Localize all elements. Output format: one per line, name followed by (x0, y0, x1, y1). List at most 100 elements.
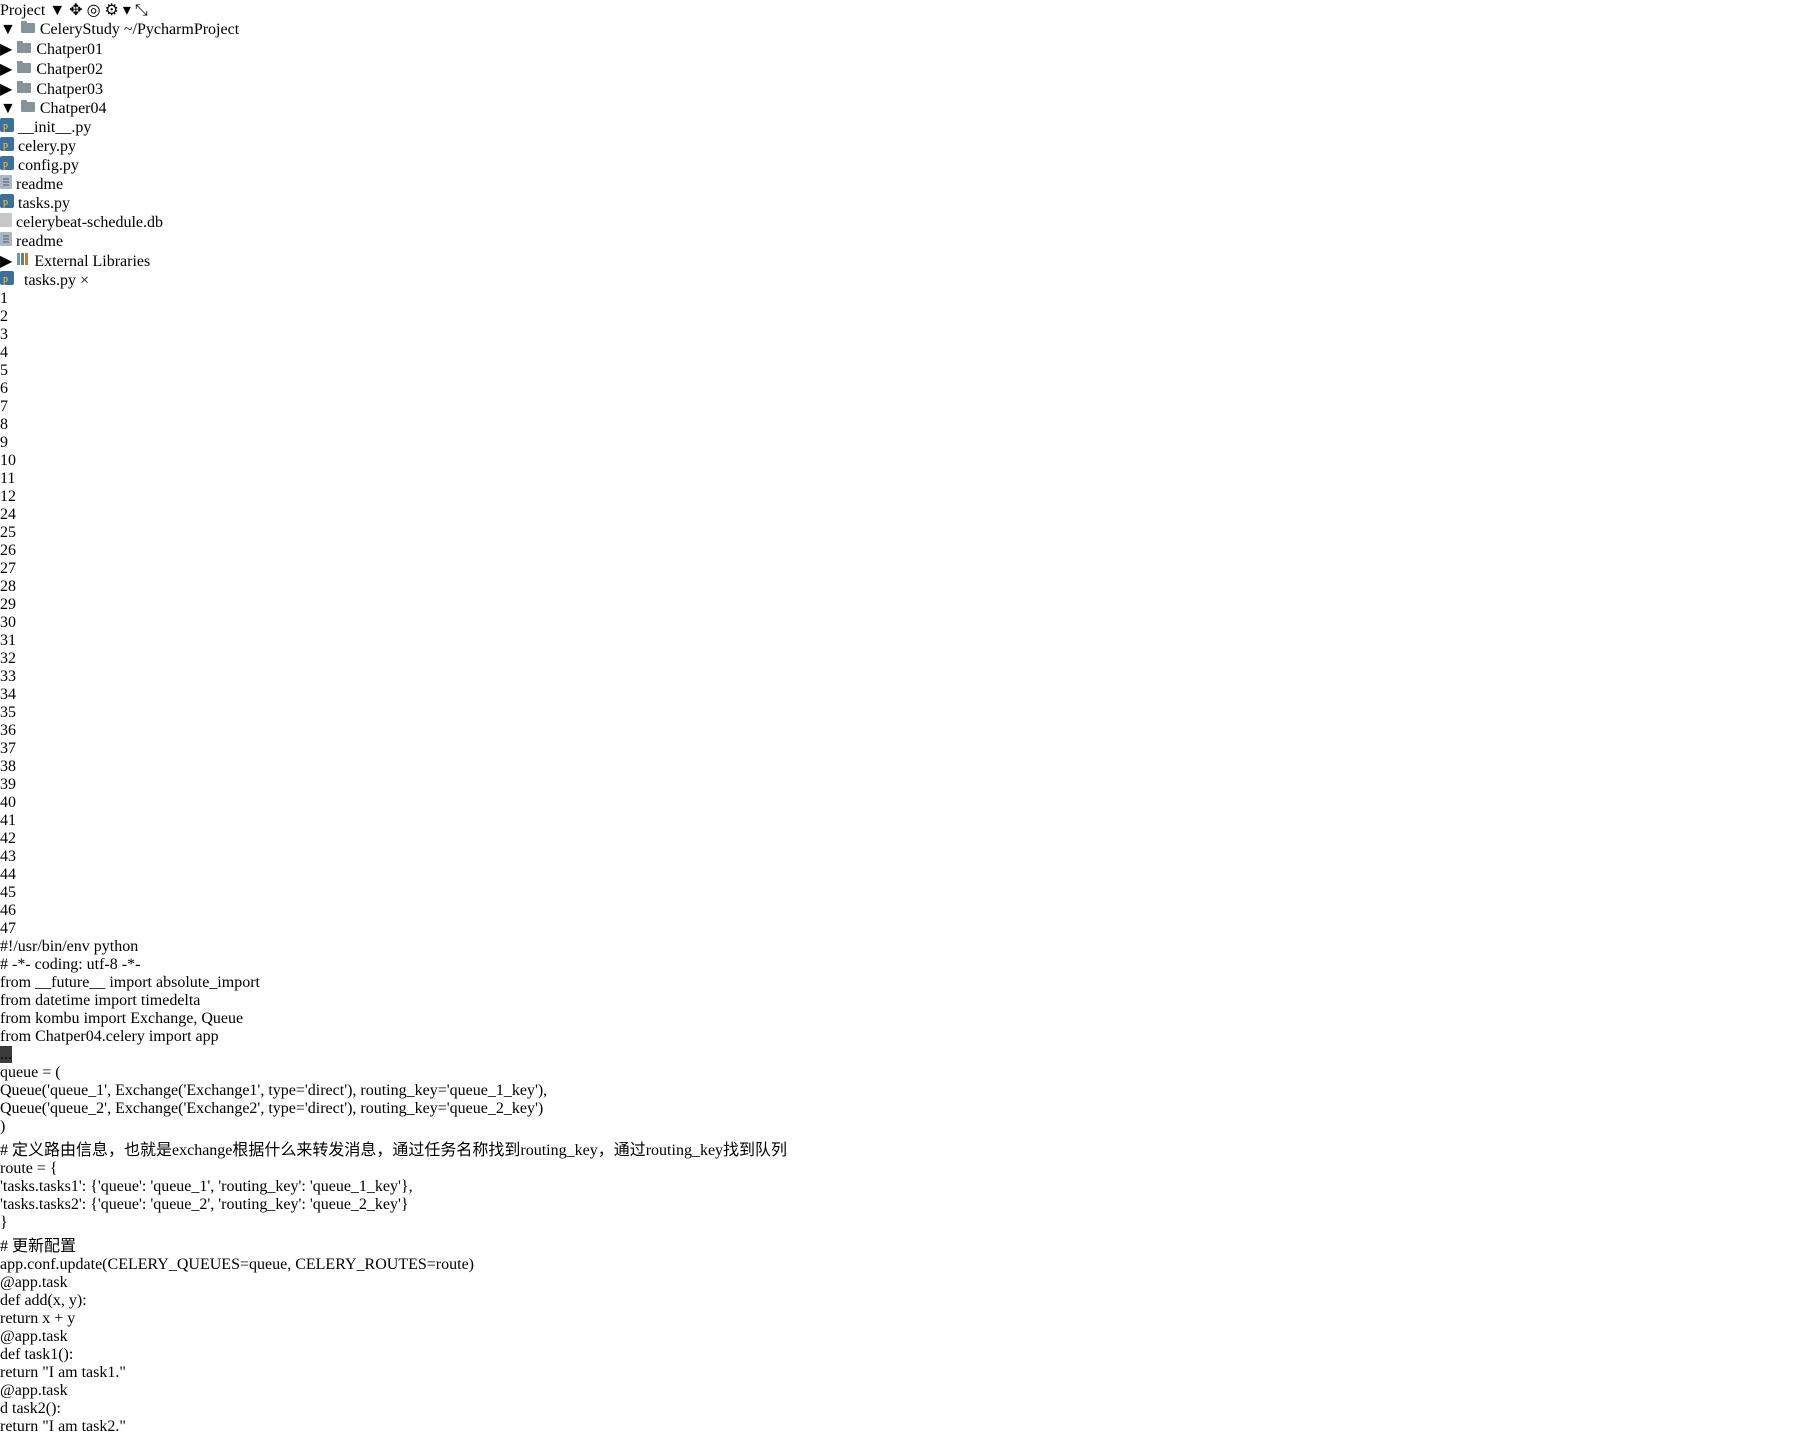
code-editor[interactable]: 1234567891011122425262728293031323334353… (0, 290, 1800, 1436)
code-text: , Exchange( (107, 1082, 183, 1099)
code-text: CELERY_QUEUES (108, 1256, 240, 1273)
code-text: from (0, 1028, 35, 1045)
chevron-down-icon[interactable]: ▼ (0, 21, 16, 38)
tree-root[interactable]: ▼ CeleryStudy ~/PycharmProject (0, 20, 1800, 39)
tree-label: Chatper01 (36, 41, 103, 58)
code-text: , Exchange( (107, 1100, 183, 1117)
code-text: ) (0, 1118, 5, 1135)
code-text: type (268, 1082, 296, 1099)
code-text: 'Exchange2' (183, 1100, 260, 1117)
project-dropdown-label[interactable]: Project (0, 2, 45, 19)
code-text: from (0, 1010, 35, 1027)
code-text: Queue( (0, 1082, 47, 1099)
code-text: : (142, 1178, 150, 1195)
python-file-icon: p (0, 157, 14, 174)
code-text: 'queue_1' (150, 1178, 210, 1195)
fold-placeholder[interactable]: ... (0, 1046, 12, 1063)
code-text: (x, y): (48, 1292, 87, 1309)
python-file-icon: p (0, 138, 14, 155)
code-text: import (149, 1028, 196, 1045)
code-text: task2 (12, 1400, 46, 1417)
tree-root-path: ~/PycharmProject (124, 21, 239, 38)
tree-file-readme[interactable]: readme (0, 175, 1800, 194)
tree-label: Chatper04 (40, 100, 107, 117)
tree-file-celery[interactable]: p celery.py (0, 137, 1800, 156)
tree-folder-chatper03[interactable]: ▶ Chatper03 (0, 79, 1800, 99)
code-text: }, (401, 1178, 413, 1195)
code-text: 'queue_2' (150, 1196, 210, 1213)
tree-label: Chatper02 (36, 61, 103, 78)
code-text: Queue( (0, 1100, 47, 1117)
tree-file-db[interactable]: celerybeat-schedule.db (0, 213, 1800, 232)
code-text: 'queue_2_key' (310, 1196, 401, 1213)
svg-text:p: p (3, 197, 8, 208)
text-file-icon (0, 176, 12, 193)
chevron-right-icon[interactable]: ▶ (0, 41, 12, 58)
code-text: @app.task (0, 1328, 68, 1345)
tree-file-init[interactable]: p __init__.py (0, 118, 1800, 137)
code-text: import (94, 992, 141, 1009)
tree-folder-chatper02[interactable]: ▶ Chatper02 (0, 59, 1800, 79)
code-text: absolute_import (156, 974, 260, 991)
code-text: route = { (0, 1160, 58, 1177)
tree-folder-chatper01[interactable]: ▶ Chatper01 (0, 39, 1800, 59)
code-text: datetime (35, 992, 94, 1009)
code-text: ), (347, 1082, 360, 1099)
code-text: CELERY_ROUTES (295, 1256, 427, 1273)
gear-icon[interactable]: ⚙ (105, 2, 119, 19)
tree-label: readme (16, 176, 63, 193)
code-text: from (0, 992, 35, 1009)
code-content[interactable]: #!/usr/bin/env python # -*- coding: utf-… (0, 938, 1800, 1436)
project-dropdown-arrow[interactable]: ▼ (49, 2, 65, 19)
project-tree[interactable]: ▼ CeleryStudy ~/PycharmProject ▶ Chatper… (0, 20, 1800, 271)
code-text: kombu (35, 1010, 83, 1027)
close-icon[interactable]: × (80, 272, 89, 289)
line-number-gutter: 1234567891011122425262728293031323334353… (0, 290, 1800, 938)
code-text: 'queue_1_key' (447, 1082, 538, 1099)
folder-icon (16, 81, 32, 98)
tree-root-name: CeleryStudy (40, 21, 120, 38)
editor-tabbar: p tasks.py × (0, 271, 1800, 290)
code-text: # -*- coding: utf-8 -*- (0, 956, 140, 973)
code-text: return (0, 1364, 42, 1381)
code-text: = (438, 1082, 447, 1099)
editor-tab-tasks[interactable]: p tasks.py × (0, 271, 1800, 290)
code-text: Exchange (130, 1010, 193, 1027)
code-text: import (109, 974, 156, 991)
code-text: , (210, 1178, 218, 1195)
chevron-right-icon[interactable]: ▶ (0, 253, 12, 270)
code-text: 'tasks.tasks1' (0, 1178, 82, 1195)
code-text: def (0, 1346, 24, 1363)
code-text: ) (538, 1100, 543, 1117)
tree-label: celery.py (18, 138, 76, 155)
code-text: timedelta (141, 992, 201, 1009)
code-text: : { (82, 1196, 98, 1213)
file-icon (0, 214, 12, 231)
code-text: : (301, 1178, 309, 1195)
tree-label: readme (16, 233, 63, 250)
tree-file-readme-root[interactable]: readme (0, 232, 1800, 251)
code-text: : { (82, 1178, 98, 1195)
target-icon[interactable]: ◎ (87, 2, 101, 19)
python-file-icon: p (0, 119, 14, 136)
code-text: 'queue_1' (47, 1082, 107, 1099)
tree-folder-chatper04[interactable]: ▼ Chatper04 (0, 99, 1800, 118)
tree-file-tasks[interactable]: p tasks.py (0, 194, 1800, 213)
code-text: : (301, 1196, 309, 1213)
crosshair-icon[interactable]: ✥ (69, 2, 82, 19)
chevron-right-icon[interactable]: ▶ (0, 61, 12, 78)
chevron-right-icon[interactable]: ▶ (0, 81, 12, 98)
gear-dropdown-arrow[interactable]: ▾ (123, 2, 131, 19)
code-text: @app.task (0, 1274, 68, 1291)
tree-file-config[interactable]: p config.py (0, 156, 1800, 175)
tree-external-libraries[interactable]: ▶ External Libraries (0, 251, 1800, 271)
svg-text:p: p (3, 140, 8, 151)
code-text: @app.task (0, 1382, 68, 1399)
code-text: ), (347, 1100, 360, 1117)
code-text: =route) (427, 1256, 474, 1273)
folder-icon (20, 100, 36, 117)
code-text: 'queue' (98, 1178, 142, 1195)
code-text: = (296, 1082, 305, 1099)
chevron-down-icon[interactable]: ▼ (0, 100, 16, 117)
collapse-icon[interactable]: ⤡ (135, 2, 148, 19)
